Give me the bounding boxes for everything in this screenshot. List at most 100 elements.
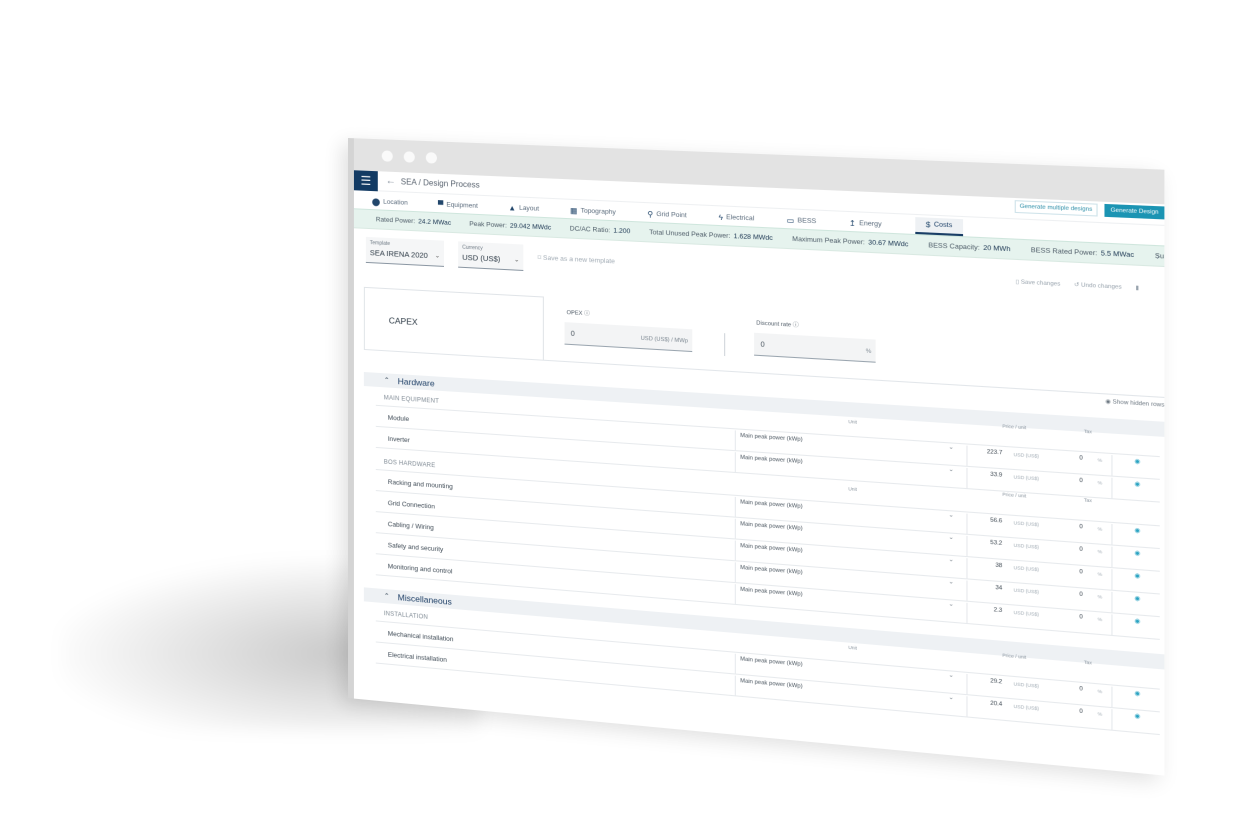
template-select[interactable]: Template SEA IRENA 2020 ⌄ <box>365 236 444 267</box>
tax-input[interactable]: 0 <box>1079 614 1082 621</box>
stat-label: Maximum Peak Power: <box>792 235 865 246</box>
window-maximize-dot[interactable] <box>425 152 437 164</box>
unit-select[interactable]: Main peak power (kWp) <box>740 433 803 443</box>
stat-value: 1.628 MWdc <box>733 232 773 242</box>
cell-separator <box>966 602 968 624</box>
tax-input[interactable]: 0 <box>1079 546 1082 553</box>
hamburger-menu-button[interactable]: ☰ <box>353 169 378 191</box>
undo-changes-label: Undo changes <box>1081 282 1122 291</box>
cell-separator <box>734 562 736 583</box>
visibility-eye-icon[interactable]: ◉ <box>1134 572 1140 580</box>
unit-select[interactable]: Main peak power (kWp) <box>740 455 803 466</box>
visibility-eye-icon[interactable]: ◉ <box>1134 712 1140 720</box>
opex-input[interactable]: 0 USD (US$) / MWp <box>564 322 693 353</box>
row-label: Module <box>387 414 410 424</box>
group-label: MAIN EQUIPMENT <box>383 395 440 405</box>
row-label: Grid Connection <box>387 499 435 511</box>
chevron-right-icon[interactable]: › <box>1156 250 1159 261</box>
visibility-eye-icon[interactable]: ◉ <box>1134 527 1140 535</box>
cell-separator <box>966 580 968 601</box>
save-changes-button[interactable]: ▯ Save changes <box>1016 279 1061 288</box>
unit-select[interactable]: Main peak power (kWp) <box>740 587 803 598</box>
tax-input[interactable]: 0 <box>1079 524 1082 531</box>
price-input[interactable]: 56.6 <box>984 517 1002 524</box>
stat-label: DC/AC Ratio: <box>569 224 611 234</box>
visibility-eye-icon[interactable]: ◉ <box>1134 480 1140 488</box>
tax-unit: % <box>1097 688 1103 695</box>
generate-multiple-designs-button[interactable]: Generate multiple designs <box>1014 200 1099 217</box>
discount-rate-label: Discount rate ⓘ <box>756 320 799 329</box>
unit-select[interactable]: Main peak power (kWp) <box>740 543 803 554</box>
row-label: Racking and mounting <box>387 478 453 491</box>
tax-input[interactable]: 0 <box>1079 708 1082 715</box>
save-as-template-button[interactable]: ⌑ Save as a new template <box>538 253 615 265</box>
chevron-down-icon: ⌄ <box>948 466 954 474</box>
price-input[interactable]: 29.2 <box>984 678 1002 685</box>
info-icon: ⓘ <box>792 322 799 329</box>
price-column-header: Price / unit <box>1002 491 1027 499</box>
arrow-left-icon[interactable]: ← <box>386 176 396 187</box>
show-hidden-rows-button[interactable]: ◉ Show hidden rows <box>1105 399 1164 409</box>
delete-icon[interactable]: ▮ <box>1135 285 1138 292</box>
bess-tab-icon: ▭ <box>786 215 795 226</box>
unit-select[interactable]: Main peak power (kWp) <box>740 656 803 668</box>
unit-column-header: Unit <box>848 644 858 651</box>
unit-select[interactable]: Main peak power (kWp) <box>740 499 803 510</box>
cell-separator <box>734 518 736 539</box>
unit-select[interactable]: Main peak power (kWp) <box>740 678 803 690</box>
opex-unit: USD (US$) / MWp <box>640 335 688 345</box>
visibility-eye-icon[interactable]: ◉ <box>1134 617 1140 625</box>
cell-separator <box>734 496 736 517</box>
price-input[interactable]: 20.4 <box>984 700 1002 707</box>
price-input[interactable]: 53.2 <box>984 539 1002 547</box>
window-close-dot[interactable] <box>381 150 393 162</box>
tax-unit: % <box>1097 526 1103 532</box>
eye-icon: ◉ <box>1105 398 1113 406</box>
tax-input[interactable]: 0 <box>1079 569 1082 576</box>
unit-select[interactable]: Main peak power (kWp) <box>740 521 803 532</box>
price-input[interactable]: 223.7 <box>984 449 1002 456</box>
price-input[interactable]: 2.3 <box>984 606 1003 614</box>
currency-select[interactable]: Currency USD (US$) ⌄ <box>458 241 524 271</box>
stat-label: BESS Capacity: <box>928 241 980 252</box>
stat-item: BESS Rated Power: 5.5 MWac <box>1031 246 1134 258</box>
tax-input[interactable]: 0 <box>1079 478 1082 485</box>
visibility-eye-icon[interactable]: ◉ <box>1134 595 1140 603</box>
breadcrumb[interactable]: SEA / Design Process <box>401 177 480 189</box>
cell-separator <box>734 675 736 696</box>
chevron-down-icon: ⌄ <box>434 253 440 260</box>
visibility-eye-icon[interactable]: ◉ <box>1134 690 1140 698</box>
tax-column-header: Tax <box>1083 497 1092 504</box>
price-input[interactable]: 33.9 <box>984 471 1002 479</box>
show-hidden-label: Show hidden rows <box>1112 399 1165 409</box>
tax-column-header: Tax <box>1083 659 1092 666</box>
tax-input[interactable]: 0 <box>1079 455 1082 462</box>
price-unit: USD (US$) <box>1013 609 1039 618</box>
chevron-up-icon: ⌃ <box>383 377 390 385</box>
capex-tab[interactable]: CAPEX <box>363 286 544 360</box>
undo-changes-button[interactable]: ↺ Undo changes <box>1074 282 1122 291</box>
price-input[interactable]: 34 <box>984 584 1002 592</box>
divider <box>724 333 726 357</box>
discount-rate-input[interactable]: 0 % <box>754 332 876 363</box>
chevron-up-icon: ⌃ <box>383 593 390 601</box>
visibility-eye-icon[interactable]: ◉ <box>1134 458 1140 466</box>
save-template-label: Save as a new template <box>543 254 615 266</box>
generate-design-button[interactable]: Generate Design <box>1104 203 1165 220</box>
tax-input[interactable]: 0 <box>1079 591 1082 598</box>
chevron-down-icon: ⌄ <box>514 257 520 264</box>
chevron-down-icon: ⌄ <box>948 556 954 564</box>
stat-item: DC/AC Ratio: 1.200 <box>570 225 631 235</box>
stat-label: Rated Power: <box>375 215 416 225</box>
cell-separator <box>966 513 968 534</box>
window-minimize-dot[interactable] <box>403 151 415 163</box>
tax-input[interactable]: 0 <box>1079 686 1082 693</box>
stat-item: Maximum Peak Power: 30.67 MWdc <box>792 235 908 248</box>
price-input[interactable]: 38 <box>984 562 1002 569</box>
cell-separator <box>1111 709 1113 730</box>
tab-label: Energy <box>859 219 882 229</box>
stat-label: Peak Power: <box>469 220 507 229</box>
unit-select[interactable]: Main peak power (kWp) <box>740 565 803 576</box>
cell-separator <box>1111 455 1113 476</box>
visibility-eye-icon[interactable]: ◉ <box>1134 549 1140 557</box>
